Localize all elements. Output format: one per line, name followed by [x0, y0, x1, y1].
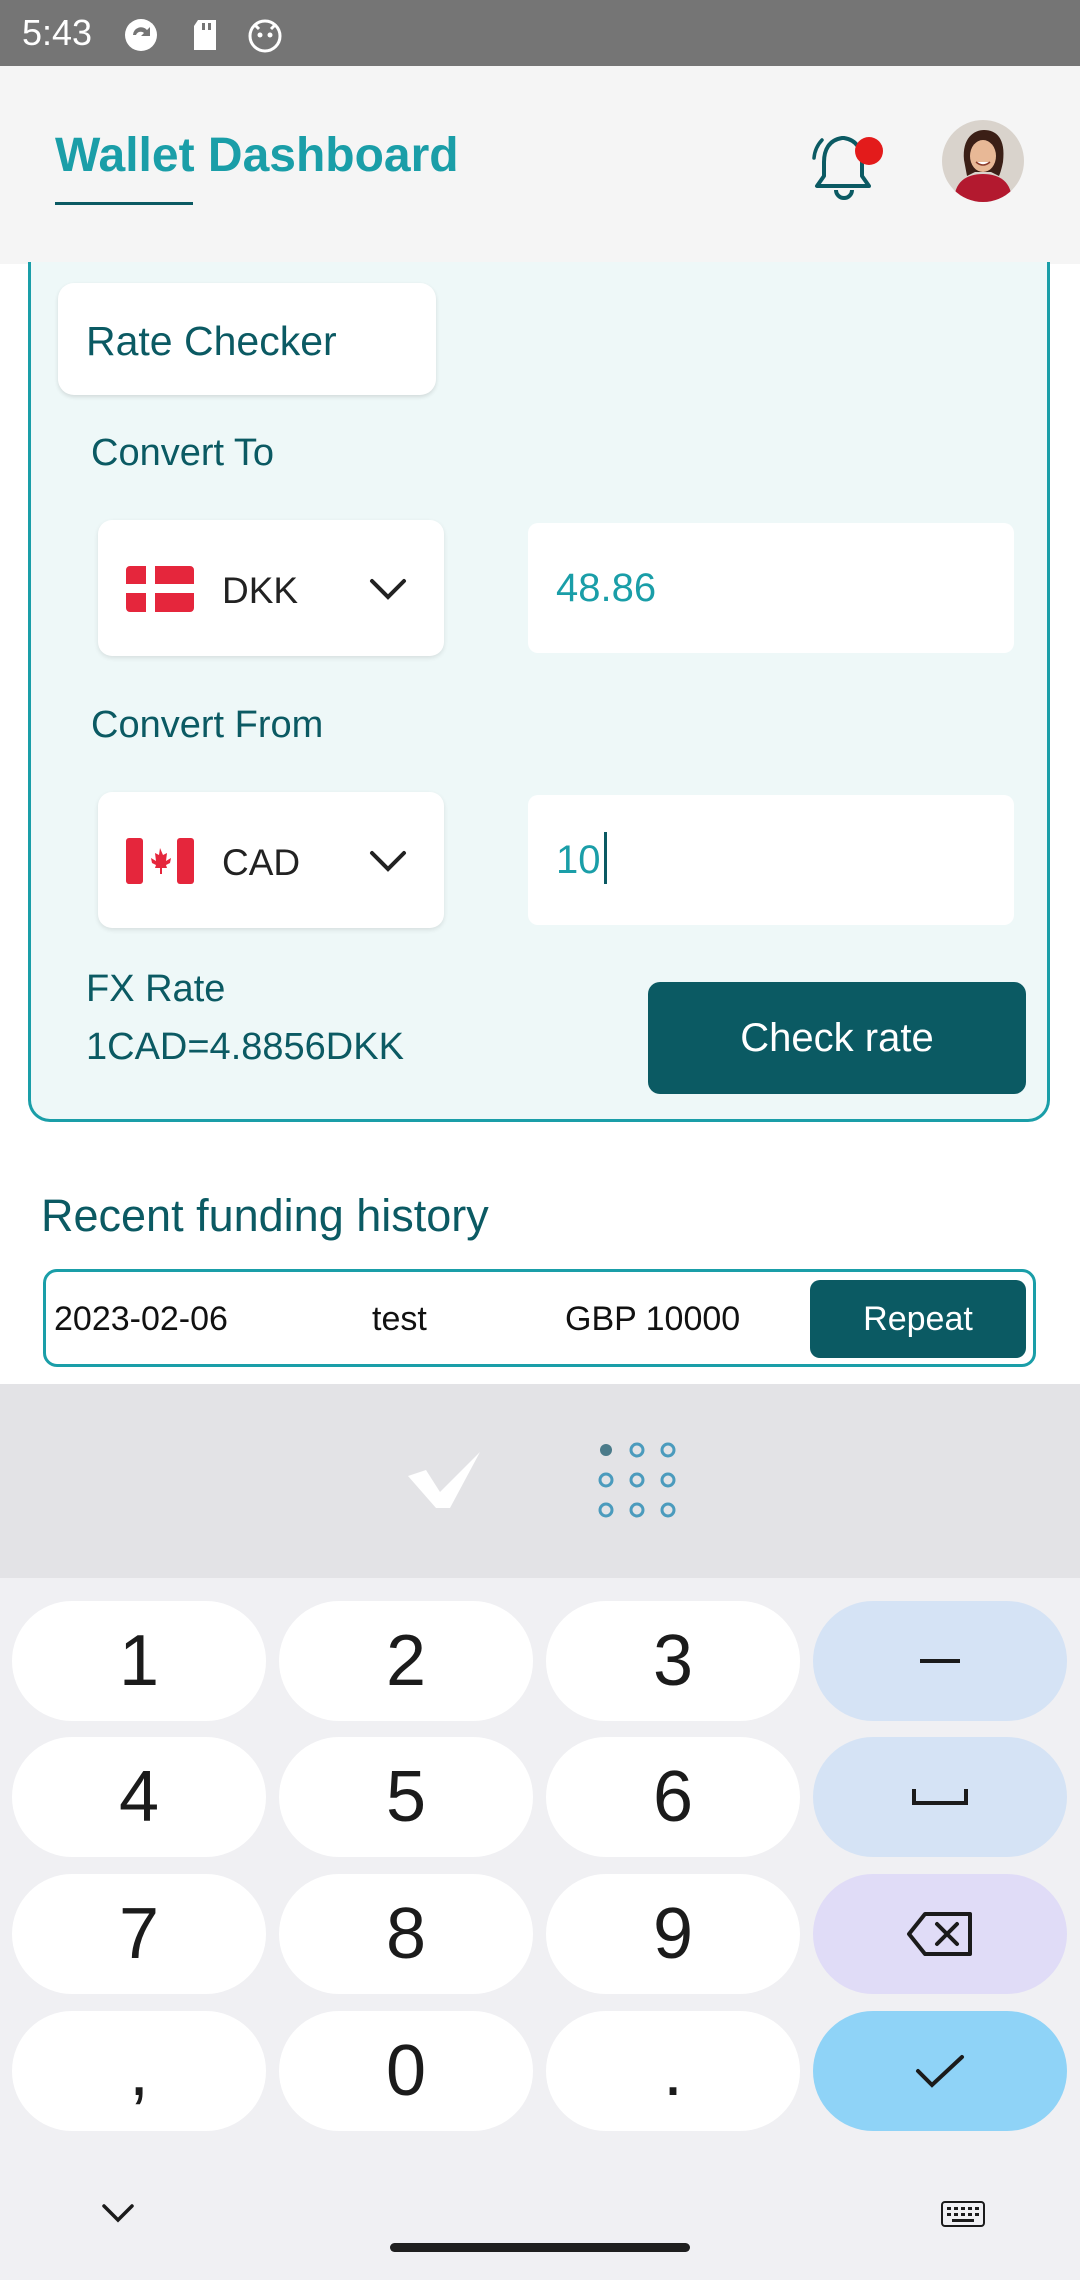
chevron-down-icon: [370, 579, 406, 600]
key-space[interactable]: [813, 1737, 1067, 1857]
title-underline: [55, 202, 193, 205]
hide-keyboard-icon[interactable]: [100, 2202, 136, 2224]
space-icon: [912, 1789, 968, 1805]
key-2[interactable]: 2: [279, 1601, 533, 1721]
page-title: Wallet Dashboard: [55, 129, 459, 182]
key-5[interactable]: 5: [279, 1737, 533, 1857]
backspace-icon: [907, 1912, 972, 1956]
key-0[interactable]: 0: [279, 2011, 533, 2131]
status-bar: [0, 0, 1080, 66]
history-note: test: [372, 1300, 427, 1338]
number-pad-icon[interactable]: [596, 1440, 678, 1520]
history-date: 2023-02-06: [54, 1300, 228, 1338]
avatar[interactable]: [942, 120, 1024, 202]
convert-from-currency-code: CAD: [222, 842, 301, 883]
android-debug-icon: [248, 19, 282, 53]
convert-to-amount-value: 48.86: [556, 566, 657, 610]
status-time: 5:43: [22, 12, 93, 53]
notification-dot: [855, 137, 883, 165]
sd-card-icon: [194, 20, 216, 50]
sync-icon: [125, 19, 157, 51]
chevron-down-icon: [370, 851, 406, 872]
key-6[interactable]: 6: [546, 1737, 800, 1857]
check-rate-button[interactable]: Check rate: [648, 982, 1026, 1094]
repeat-button[interactable]: Repeat: [810, 1280, 1026, 1358]
convert-to-currency-code: DKK: [222, 570, 299, 611]
key-enter[interactable]: [813, 2011, 1067, 2131]
convert-from-amount-value: 10: [556, 838, 601, 882]
keyboard-toolbar: [0, 1384, 1080, 1578]
key-1[interactable]: 1: [12, 1601, 266, 1721]
minus-icon: [920, 1659, 960, 1663]
history-title: Recent funding history: [41, 1190, 489, 1241]
fx-rate-value: 1CAD=4.8856DKK: [86, 1026, 404, 1068]
rate-checker-tab-label: Rate Checker: [86, 318, 337, 364]
convert-to-label: Convert To: [91, 432, 275, 474]
key-7[interactable]: 7: [12, 1874, 266, 1994]
convert-from-label: Convert From: [91, 704, 324, 746]
key-3[interactable]: 3: [546, 1601, 800, 1721]
history-amount: GBP 10000: [565, 1300, 741, 1338]
home-gesture-bar[interactable]: [390, 2243, 690, 2252]
key-8[interactable]: 8: [279, 1874, 533, 1994]
checkmark-icon: [916, 2055, 964, 2088]
denmark-flag-icon: [126, 566, 194, 612]
key-minus[interactable]: [813, 1601, 1067, 1721]
fx-rate-label: FX Rate: [86, 968, 226, 1010]
swiftkey-logo-icon[interactable]: [404, 1448, 486, 1510]
key-comma[interactable]: ,: [12, 2011, 266, 2131]
notification-bell-icon[interactable]: [806, 124, 884, 206]
key-4[interactable]: 4: [12, 1737, 266, 1857]
key-period[interactable]: .: [546, 2011, 800, 2131]
text-cursor: [604, 832, 607, 884]
keyboard-switch-icon[interactable]: [940, 2200, 986, 2228]
key-9[interactable]: 9: [546, 1874, 800, 1994]
canada-flag-icon: [126, 838, 194, 884]
convert-from-amount-field[interactable]: [528, 795, 1014, 925]
key-backspace[interactable]: [813, 1874, 1067, 1994]
